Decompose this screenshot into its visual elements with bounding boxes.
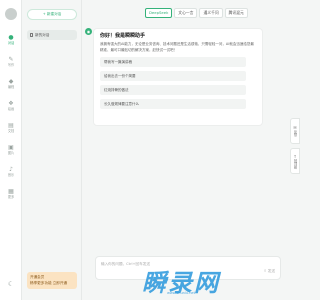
avatar[interactable]: [5, 8, 17, 20]
rail-item-label: 写作: [7, 63, 15, 67]
rail-item-chat[interactable]: ● 对话: [0, 34, 22, 56]
new-chat-button[interactable]: + 新建对话: [27, 9, 77, 20]
vip-promo-banner[interactable]: 开通会员 畅享更多功能 立即开通: [27, 272, 77, 289]
pen-icon: ✎: [8, 56, 14, 63]
welcome-description: 我拥有强大的AI能力，无论是业务咨询、技术问题还是生活烦恼，只需轻轻一问，AI就…: [100, 42, 254, 52]
welcome-title: 你好！我是瞬瞬助手: [100, 33, 146, 39]
main-area: DeepSeek 文心一言 通义千问 腾讯混元 ◉ 你好！我是瞬瞬助手 我拥有强…: [83, 0, 288, 300]
list-item[interactable]: 新的对话: [27, 30, 77, 40]
feedback-label: 反馈: [293, 130, 297, 137]
chat-item-title: 新的对话: [35, 32, 50, 37]
suggestion-item[interactable]: 给我出去一份个简要: [100, 71, 246, 81]
rail-item-label: 图片: [7, 151, 15, 155]
rail-item-paint[interactable]: ❖ 绘画: [0, 100, 22, 122]
rail-item-write[interactable]: ✎ 写作: [0, 56, 22, 78]
code-icon: ◆: [8, 78, 14, 85]
rail-item-label: 编程: [7, 85, 15, 89]
palette-icon: ❖: [8, 100, 14, 107]
tab-hunyuan[interactable]: 腾讯混元: [224, 8, 248, 18]
tab-wenxin[interactable]: 文心一言: [174, 8, 198, 18]
suggestion-item[interactable]: 红烧排骨的做法: [100, 85, 246, 95]
rail-item-more[interactable]: ▦ 更多: [0, 188, 22, 210]
rail-item-label: 更多: [7, 195, 15, 199]
rail-item-label: 对话: [7, 41, 15, 45]
music-icon: ♪: [9, 166, 13, 173]
rail-item-code[interactable]: ◆ 编程: [0, 78, 22, 100]
tab-tongyi[interactable]: 通义千问: [199, 8, 223, 18]
rail-item-label: 音乐: [7, 173, 15, 177]
image-icon: ▣: [8, 144, 14, 151]
tab-deepseek[interactable]: DeepSeek: [145, 8, 173, 18]
rail-item-label: 绘画: [7, 107, 15, 111]
icon-rail: ● 对话 ✎ 写作 ◆ 编程 ❖ 绘画 ▤ 文档 ▣ 图片 ♪ 音乐 ▦ 更多 …: [0, 0, 22, 300]
moon-icon[interactable]: ☾: [7, 280, 15, 288]
send-button[interactable]: ⇧ 发送: [264, 269, 275, 274]
back-to-top-label: 回顶部: [293, 158, 297, 169]
grid-icon: ▦: [8, 188, 14, 195]
chat-icon: ●: [8, 34, 14, 41]
new-chat-label: + 新建对话: [42, 12, 62, 16]
promo-subtitle: 畅享更多功能 立即开通: [30, 281, 68, 285]
conversation-panel: + 新建对话 新的对话 开通会员 畅享更多功能 立即开通: [22, 0, 82, 300]
rail-item-music[interactable]: ♪ 音乐: [0, 166, 22, 188]
bot-icon: ◉: [85, 28, 92, 35]
watermark-url: www.shunlu.net: [167, 291, 195, 295]
suggestion-item[interactable]: 帮我写一篇演讲稿: [100, 57, 246, 67]
welcome-card: ◉ 你好！我是瞬瞬助手 我拥有强大的AI能力，无论是业务咨询、技术问题还是生活烦…: [85, 28, 263, 126]
rail-item-image[interactable]: ▣ 图片: [0, 144, 22, 166]
document-icon: ▤: [8, 122, 14, 129]
back-to-top-button[interactable]: ↑ 回顶部: [290, 148, 300, 174]
feedback-button[interactable]: ✉ 反馈: [290, 118, 300, 144]
model-tabs: DeepSeek 文心一言 通义千问 腾讯混元: [145, 8, 248, 18]
suggestion-item[interactable]: 长久做规律要注意什么: [100, 99, 246, 109]
rail-item-doc[interactable]: ▤ 文档: [0, 122, 22, 144]
document-icon: [30, 33, 33, 37]
rail-item-label: 文档: [7, 129, 15, 133]
